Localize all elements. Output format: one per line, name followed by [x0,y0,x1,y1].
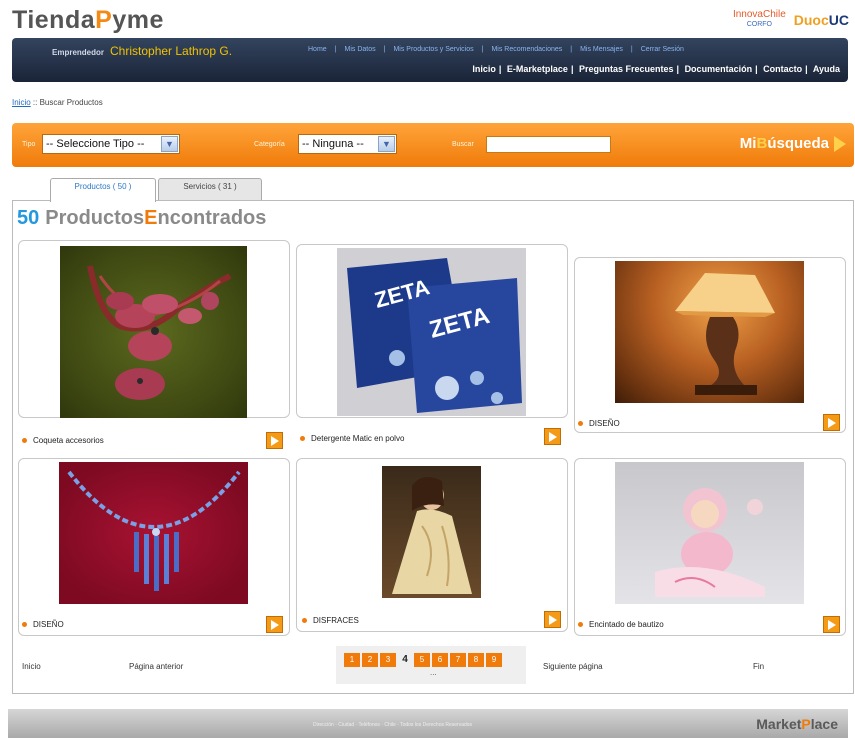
tab-servicios[interactable]: Servicios ( 31 ) [158,178,262,200]
pager-prev-link[interactable]: Página anterior [129,662,183,671]
logo-text-3: yme [112,6,164,34]
tab-productos[interactable]: Productos ( 50 ) [50,178,156,202]
costume-photo [392,477,472,594]
breadcrumb-current: Buscar Productos [39,98,103,107]
mi-busqueda-button[interactable]: MiBúsqueda [740,135,846,152]
page-link[interactable]: 8 [468,653,484,667]
marketplace-logo: MarketPlace [756,716,838,732]
view-product-button[interactable] [266,432,283,449]
pager-next-link[interactable]: Siguiente página [543,662,603,671]
user-nav-links: Home | Mis Datos | Mis Productos y Servici… [308,46,684,53]
nav-link-contacto[interactable]: Contacto [763,64,802,74]
arrow-right-icon [834,135,846,152]
buscar-label: Buscar [452,141,474,148]
nav-link-mis-recomendaciones[interactable]: Mis Recomendaciones [491,46,562,53]
page-link[interactable]: 5 [414,653,430,667]
product-image[interactable] [615,261,804,403]
results-title: 50 ProductosEncontrados [17,207,267,229]
product-label[interactable]: Encintado de bautizo [578,620,664,629]
nav-link-cerrar-sesion[interactable]: Cerrar Sesión [641,46,684,53]
pagination: 1 2 3 4 5 6 7 8 9 ... [336,646,526,684]
site-nav-links: Inicio | E-Marketplace | Preguntas Frecuen… [472,64,840,74]
page-link[interactable]: 7 [450,653,466,667]
nav-link-mis-mensajes[interactable]: Mis Mensajes [580,46,623,53]
view-product-button[interactable] [266,616,283,633]
product-image[interactable]: ZETA ZETA [337,248,526,416]
logo-text-1: Tienda [12,6,96,34]
breadcrumb: Inicio :: Buscar Productos [12,98,103,107]
product-label[interactable]: Coqueta accesorios [22,436,104,445]
nav-link-mis-datos[interactable]: Mis Datos [345,46,376,53]
breadcrumb-home-link[interactable]: Inicio [12,98,31,107]
product-image[interactable] [60,246,247,418]
innova-chile-logo: InnovaChile CORFO [732,9,786,29]
lamp-photo [675,273,775,395]
duoc-uc-logo: DuocUC [793,12,849,28]
search-input[interactable] [486,136,611,153]
user-info: Emprendedor Christopher Lathrop G. [52,44,232,58]
page-link[interactable]: 9 [486,653,502,667]
chevron-down-icon: ▼ [378,136,395,152]
product-image[interactable] [59,462,248,604]
tipo-select[interactable]: -- Seleccione Tipo -- ▼ [42,134,180,154]
site-logo[interactable]: TiendaPyme [12,6,164,35]
search-bar: Tipo -- Seleccione Tipo -- ▼ Categoría -… [12,123,854,167]
pager-more: ... [430,668,437,677]
logo-text-2: P [95,6,113,34]
categoria-select[interactable]: -- Ninguna -- ▼ [298,134,397,154]
nav-link-mis-productos[interactable]: Mis Productos y Servicios [393,46,473,53]
view-product-button[interactable] [544,428,561,445]
view-product-button[interactable] [823,414,840,431]
pager-last-link[interactable]: Fin [753,662,764,671]
nav-link-preguntas[interactable]: Preguntas Frecuentes [579,64,674,74]
nav-link-home[interactable]: Home [308,46,327,53]
necklace-photo [87,265,232,400]
main-navbar: Emprendedor Christopher Lathrop G. Home |… [12,38,848,82]
tipo-label: Tipo [22,141,36,148]
view-product-button[interactable] [544,611,561,628]
nav-link-emarketplace[interactable]: E-Marketplace [507,64,568,74]
page-link[interactable]: 1 [344,653,360,667]
emprendedor-label: Emprendedor [52,48,105,57]
results-count: 50 [17,207,40,229]
page-link[interactable]: 2 [362,653,378,667]
user-name: Christopher Lathrop G. [110,44,233,58]
page-link[interactable]: 3 [380,653,396,667]
nav-link-documentacion[interactable]: Documentación [685,64,753,74]
current-page: 4 [402,654,408,665]
chevron-down-icon: ▼ [161,136,178,152]
view-product-button[interactable] [823,616,840,633]
product-label[interactable]: DISEÑO [578,419,620,428]
product-label[interactable]: Detergente Matic en polvo [300,434,404,443]
pager-first-link[interactable]: Inicio [22,662,41,671]
partner-logos: InnovaChile CORFO DuocUC [733,10,849,30]
nav-link-inicio[interactable]: Inicio [472,64,496,74]
product-image[interactable] [615,462,804,604]
product-label[interactable]: DISFRACES [302,616,359,625]
nav-link-ayuda[interactable]: Ayuda [813,64,840,74]
necklace-photo [67,470,241,591]
doll-photo [655,488,765,597]
product-image[interactable] [382,466,481,598]
categoria-label: Categoría [254,141,285,148]
footer: Dirección · Ciudad · Teléfonos · Chile ·… [8,709,848,738]
page-link[interactable]: 6 [432,653,448,667]
footer-text: Dirección · Ciudad · Teléfonos · Chile ·… [313,722,473,728]
detergent-photo: ZETA ZETA [337,248,526,416]
product-label[interactable]: DISEÑO [22,620,64,629]
